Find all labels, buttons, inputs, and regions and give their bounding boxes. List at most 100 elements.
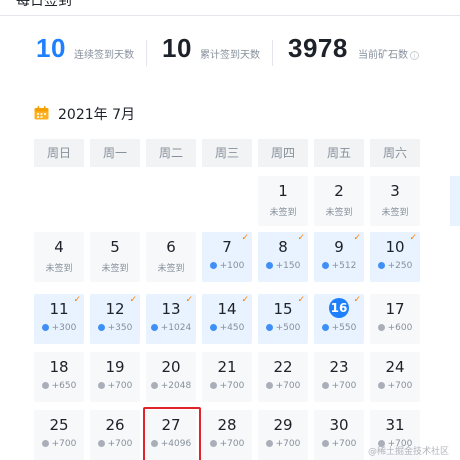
day-number: 22 [273, 358, 293, 376]
reward-amount: +550 [331, 323, 357, 333]
day-status: 未签到 [325, 208, 353, 218]
stat-label-wrap: 当前矿石数 i [358, 46, 419, 61]
checkmark-icon: ✓ [73, 295, 81, 305]
weekday-label: 周三 [202, 139, 252, 167]
checkmark-icon: ✓ [129, 295, 137, 305]
calendar-day-11[interactable]: 11 +300 ✓ [34, 294, 84, 344]
weekday-label: 周二 [146, 139, 196, 167]
calendar-day-9[interactable]: 9 +512 ✓ [314, 232, 364, 282]
checkmark-icon: ✓ [297, 233, 305, 243]
divider [272, 40, 273, 66]
day-number: 4 [54, 238, 64, 256]
reward-amount: +100 [219, 261, 245, 271]
ore-icon [321, 382, 329, 389]
ore-icon [265, 262, 273, 269]
calendar-day-17[interactable]: 17 +600 [370, 294, 420, 344]
day-reward: +700 [34, 439, 84, 449]
reward-amount: +700 [219, 381, 245, 391]
calendar-day-16[interactable]: 16 +550 ✓ [314, 294, 364, 344]
calendar-day-2[interactable]: 2 未签到 [314, 176, 364, 226]
ore-icon [97, 440, 105, 447]
day-number: 18 [49, 358, 69, 376]
day-reward: +650 [34, 381, 84, 391]
reward-amount: +350 [107, 323, 133, 333]
day-number: 24 [385, 358, 405, 376]
stat-label: 当前矿石数 [358, 50, 408, 61]
reward-amount: +700 [275, 439, 301, 449]
calendar-day-15[interactable]: 15 +500 ✓ [258, 294, 308, 344]
day-reward: +700 [90, 439, 140, 449]
calendar-day-3[interactable]: 3 未签到 [370, 176, 420, 226]
day-reward: +700 [202, 439, 252, 449]
calendar-day-18[interactable]: 18 +650 [34, 352, 84, 402]
month-label: 2021年 7月 [58, 107, 135, 123]
weekday-label: 周日 [34, 139, 84, 167]
calendar-day-24[interactable]: 24 +700 [370, 352, 420, 402]
reward-amount: +512 [331, 261, 357, 271]
day-reward: +2048 [146, 381, 196, 391]
ore-icon [265, 382, 273, 389]
day-reward: +512 [314, 261, 364, 271]
day-number: 23 [329, 358, 349, 376]
day-reward: +700 [314, 439, 364, 449]
ore-icon [209, 440, 217, 447]
calendar-day-23[interactable]: 23 +700 [314, 352, 364, 402]
reward-amount: +300 [51, 323, 77, 333]
day-reward: +500 [258, 323, 308, 333]
day-number: 17 [385, 300, 405, 318]
stat-label: 累计签到天数 [200, 50, 260, 61]
calendar-day-19[interactable]: 19 +700 [90, 352, 140, 402]
day-number: 26 [105, 416, 125, 434]
weekday-label: 周六 [370, 139, 420, 167]
day-status: 未签到 [157, 264, 185, 274]
calendar-day-10[interactable]: 10 +250 ✓ [370, 232, 420, 282]
reward-amount: +500 [275, 323, 301, 333]
calendar-day-30[interactable]: 30 +700 [314, 410, 364, 460]
day-number: 5 [110, 238, 120, 256]
sign-in-page: 每日签到 10 连续签到天数 10 累计签到天数 3978 当前矿石数 i 20… [0, 0, 460, 460]
ore-icon [321, 440, 329, 447]
calendar-day-14[interactable]: 14 +450 ✓ [202, 294, 252, 344]
day-reward: +700 [258, 439, 308, 449]
calendar-day-25[interactable]: 25 +700 [34, 410, 84, 460]
day-number: 30 [329, 416, 349, 434]
checkmark-icon: ✓ [241, 233, 249, 243]
calendar-day-22[interactable]: 22 +700 [258, 352, 308, 402]
calendar-day-1[interactable]: 1 未签到 [258, 176, 308, 226]
calendar-day-8[interactable]: 8 +150 ✓ [258, 232, 308, 282]
info-icon[interactable]: i [410, 51, 419, 60]
day-number: 2 [334, 182, 344, 200]
partial-cell [450, 176, 460, 226]
day-reward: +700 [314, 381, 364, 391]
weekday-label: 周四 [258, 139, 308, 167]
calendar-day-5[interactable]: 5 未签到 [90, 232, 140, 282]
calendar-day-26[interactable]: 26 +700 [90, 410, 140, 460]
reward-amount: +700 [331, 439, 357, 449]
reward-amount: +450 [219, 323, 245, 333]
checkmark-icon: ✓ [353, 233, 361, 243]
calendar-day-29[interactable]: 29 +700 [258, 410, 308, 460]
calendar-day-20[interactable]: 20 +2048 [146, 352, 196, 402]
calendar-day-13[interactable]: 13 +1024 ✓ [146, 294, 196, 344]
reward-amount: +700 [331, 381, 357, 391]
calendar-day-6[interactable]: 6 未签到 [146, 232, 196, 282]
ore-icon [97, 382, 105, 389]
day-number: 29 [273, 416, 293, 434]
ore-icon [150, 382, 158, 389]
calendar-day-28[interactable]: 28 +700 [202, 410, 252, 460]
calendar-day-7[interactable]: 7 +100 ✓ [202, 232, 252, 282]
day-reward: +700 [202, 381, 252, 391]
calendar-icon [34, 106, 49, 120]
ore-icon [265, 324, 273, 331]
calendar-day-12[interactable]: 12 +350 ✓ [90, 294, 140, 344]
checkmark-icon: ✓ [241, 295, 249, 305]
checkmark-icon: ✓ [409, 233, 417, 243]
day-status: 未签到 [269, 208, 297, 218]
day-reward: +700 [370, 381, 420, 391]
weekday-label: 周五 [314, 139, 364, 167]
day-reward: +550 [314, 323, 364, 333]
page-title: 每日签到 [16, 0, 72, 9]
calendar-day-4[interactable]: 4 未签到 [34, 232, 84, 282]
ore-icon [321, 324, 329, 331]
calendar-day-21[interactable]: 21 +700 [202, 352, 252, 402]
